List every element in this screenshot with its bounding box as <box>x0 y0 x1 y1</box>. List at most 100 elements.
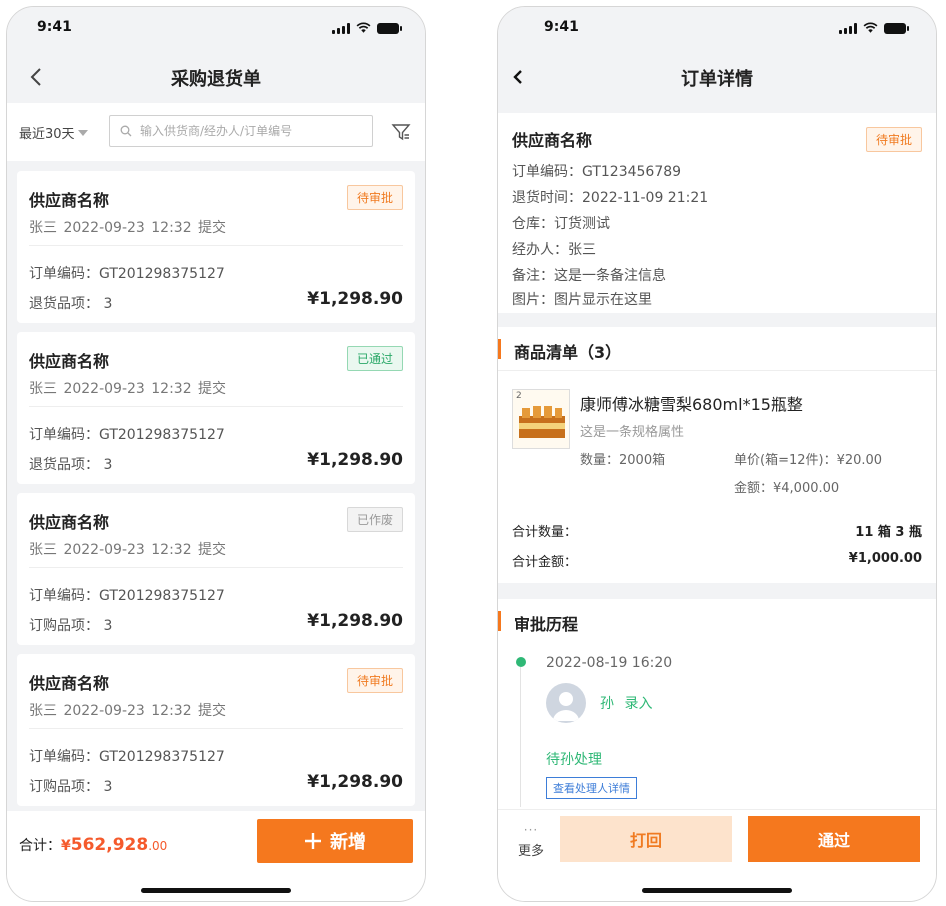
handler-detail-link[interactable]: 查看处理人详情 <box>546 777 637 799</box>
reject-button[interactable]: 打回 <box>560 816 732 862</box>
product-quantity: 数量：2000箱 <box>580 453 666 468</box>
status-badge: 已通过 <box>346 346 403 371</box>
status-badge: 待审批 <box>346 185 403 210</box>
approve-button[interactable]: 通过 <box>748 816 920 862</box>
total-label: 合计： <box>19 838 61 854</box>
timeline-user: 孙 录入 <box>600 696 653 712</box>
phone-return-list: 9:41 采购退货单 最近30天 供应商名称 待审批 张三 2022-09-23… <box>6 6 426 902</box>
supplier-name: 供应商名称 <box>29 191 110 210</box>
order-info-section: 供应商名称 待审批 订单编码：GT123456789 退货时间：2022-11-… <box>498 113 936 313</box>
divider <box>29 245 403 246</box>
submit-info: 张三 2022-09-23 12:32 提交 <box>29 220 227 236</box>
product-unit-price: 单价(箱=12件)：¥20.00 <box>734 453 883 468</box>
thumbnail-index: 2 <box>516 391 522 401</box>
order-number: 订单编码：GT201298375127 <box>29 588 225 604</box>
submit-info: 张三 2022-09-23 12:32 提交 <box>29 703 227 719</box>
divider <box>29 728 403 729</box>
status-icons <box>839 22 909 34</box>
bottom-bar: 合计：¥562,928.00 新增 <box>7 811 425 901</box>
order-card[interactable]: 供应商名称 待审批 张三 2022-09-23 12:32 提交 订单编码：GT… <box>17 171 415 323</box>
battery-icon <box>377 22 402 34</box>
status-badge: 待审批 <box>865 127 922 152</box>
timeline-status: 待孙处理 <box>546 752 602 768</box>
order-card[interactable]: 供应商名称 待审批 张三 2022-09-23 12:32 提交 订单编码：GT… <box>17 654 415 806</box>
product-amount: 金额：¥4,000.00 <box>734 481 840 496</box>
signal-icon <box>839 22 857 34</box>
section-accent <box>498 339 501 359</box>
nav-bar: 采购退货单 <box>7 53 425 103</box>
product-spec: 这是一条规格属性 <box>580 425 685 440</box>
order-number: 订单编码：GT201298375127 <box>29 749 225 765</box>
nav-bar: 订单详情 <box>498 53 936 103</box>
supplier-name: 供应商名称 <box>512 131 593 150</box>
order-number: 订单编码：GT123456789 <box>512 164 682 180</box>
return-time: 退货时间：2022-11-09 21:21 <box>512 190 709 206</box>
more-button[interactable]: ··· 更多 <box>514 824 548 859</box>
timeline-time: 2022-08-19 16:20 <box>546 655 673 671</box>
history-header: 审批历程 <box>498 599 936 643</box>
order-number: 订单编码：GT201298375127 <box>29 266 225 282</box>
date-range-label: 最近30天 <box>19 127 75 142</box>
filter-bar: 最近30天 <box>7 103 425 161</box>
search-icon <box>120 125 132 137</box>
home-indicator <box>642 888 792 893</box>
goods-title: 商品清单（3） <box>514 343 622 362</box>
search-input[interactable] <box>140 124 360 138</box>
wifi-icon <box>356 22 371 33</box>
item-count: 订购品项： 3 <box>29 618 113 634</box>
battery-icon <box>884 22 909 34</box>
status-bar: 9:41 <box>498 7 936 53</box>
handler: 经办人：张三 <box>512 242 596 258</box>
goods-header: 商品清单（3） <box>498 327 936 371</box>
more-icon: ··· <box>523 823 539 837</box>
status-time: 9:41 <box>544 19 579 35</box>
order-amount: ¥1,298.90 <box>307 772 403 792</box>
item-count: 订购品项： 3 <box>29 779 113 795</box>
add-button-label: 新增 <box>330 832 366 852</box>
action-bar: ··· 更多 打回 通过 <box>498 809 936 901</box>
order-amount: ¥1,298.90 <box>307 450 403 470</box>
more-label: 更多 <box>517 844 544 859</box>
order-amount: ¥1,298.90 <box>307 289 403 309</box>
date-range-select[interactable]: 最近30天 <box>19 123 88 142</box>
remark: 备注：这是一条备注信息 <box>512 268 666 284</box>
supplier-name: 供应商名称 <box>29 674 110 693</box>
item-count: 退货品项： 3 <box>29 296 113 312</box>
goods-section: 2 康师傅冰糖雪梨680ml*15瓶整 这是一条规格属性 数量：2000箱 单价… <box>498 371 936 583</box>
add-order-button[interactable]: 新增 <box>257 819 413 863</box>
order-card[interactable]: 供应商名称 已作废 张三 2022-09-23 12:32 提交 订单编码：GT… <box>17 493 415 645</box>
status-badge: 待审批 <box>346 668 403 693</box>
divider <box>29 567 403 568</box>
status-bar: 9:41 <box>7 7 425 53</box>
total-amount: ¥1,000.00 <box>848 551 922 566</box>
phone-order-detail: 9:41 订单详情 供应商名称 待审批 订单编码：GT123456789 退货时… <box>497 6 937 902</box>
signal-icon <box>332 22 350 34</box>
total-quantity-label: 合计数量： <box>512 525 578 540</box>
history-title: 审批历程 <box>514 615 579 634</box>
home-indicator <box>141 888 291 893</box>
product-thumbnail[interactable]: 2 <box>512 389 570 449</box>
total-amount: 562,928 <box>70 835 149 855</box>
section-accent <box>498 611 501 631</box>
plus-icon <box>305 833 321 849</box>
divider <box>29 406 403 407</box>
status-badge: 已作废 <box>346 507 403 532</box>
page-title: 订单详情 <box>681 69 753 90</box>
order-amount: ¥1,298.90 <box>307 611 403 631</box>
order-card[interactable]: 供应商名称 已通过 张三 2022-09-23 12:32 提交 订单编码：GT… <box>17 332 415 484</box>
wifi-icon <box>863 22 878 33</box>
filter-icon[interactable] <box>391 123 411 141</box>
status-icons <box>332 22 402 34</box>
timeline-line <box>520 667 521 807</box>
approval-timeline: 2022-08-19 16:20 孙 录入 待孙处理 查看处理人详情 <box>498 643 936 809</box>
submit-info: 张三 2022-09-23 12:32 提交 <box>29 381 227 397</box>
supplier-name: 供应商名称 <box>29 352 110 371</box>
warehouse: 仓库：订货测试 <box>512 216 610 232</box>
user-icon <box>553 692 579 721</box>
picture-info: 图片：图片显示在这里 <box>512 292 652 308</box>
item-count: 退货品项： 3 <box>29 457 113 473</box>
timeline-dot <box>516 657 526 667</box>
total-quantity: 11 箱 3 瓶 <box>855 525 922 540</box>
search-box[interactable] <box>109 115 373 147</box>
product-name: 康师傅冰糖雪梨680ml*15瓶整 <box>580 395 803 414</box>
